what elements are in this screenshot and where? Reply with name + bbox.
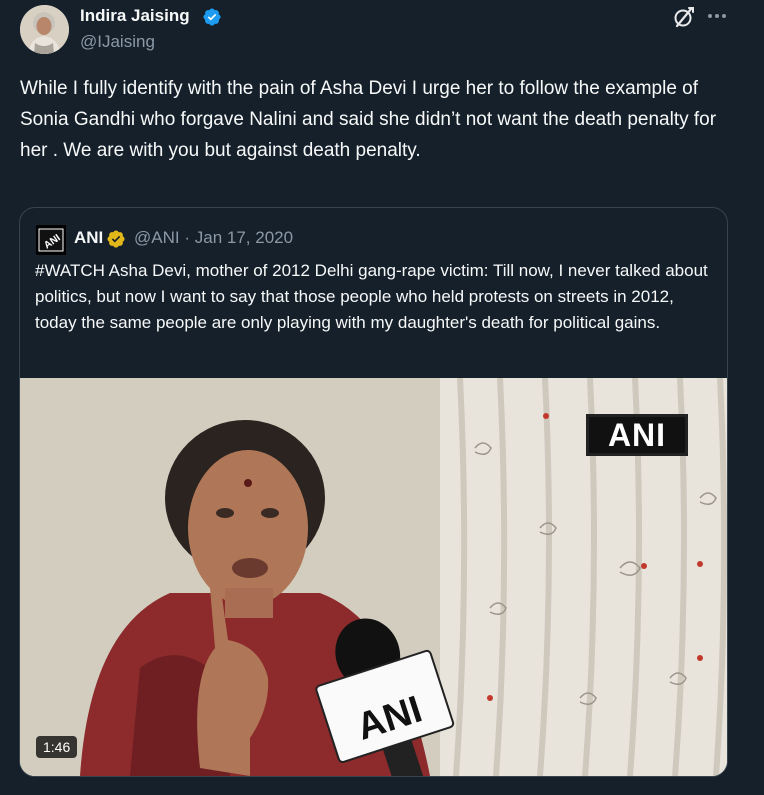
video-player[interactable]: ANI ANI 1:46 (20, 378, 727, 776)
quoted-author-name[interactable]: ANI (74, 228, 103, 248)
avatar-photo (20, 5, 69, 54)
more-icon[interactable] (704, 3, 730, 29)
author-avatar[interactable] (20, 5, 69, 54)
video-duration: 1:46 (36, 736, 78, 758)
ani-watermark: ANI (586, 414, 688, 456)
meta-separator: · (184, 228, 191, 247)
ani-logo-icon: ANI (36, 225, 66, 255)
quoted-tweet[interactable]: ANI ANI @ANI · Jan 17, 2020 #WATCH Asha … (19, 207, 728, 777)
quoted-meta: @ANI · Jan 17, 2020 (134, 228, 293, 248)
grok-icon[interactable] (672, 5, 696, 29)
tweet-text: While I fully identify with the pain of … (20, 78, 717, 161)
quoted-author-avatar[interactable]: ANI (36, 225, 66, 255)
author-handle[interactable]: @IJaising (80, 32, 155, 52)
author-name[interactable]: Indira Jaising (80, 6, 190, 26)
quoted-text: #WATCH Asha Devi, mother of 2012 Delhi g… (35, 261, 708, 332)
verified-badge-icon (203, 8, 221, 26)
tweet: Indira Jaising @IJaising While I fully i… (0, 0, 764, 795)
verified-org-badge-icon (107, 230, 125, 248)
quoted-handle[interactable]: @ANI (134, 228, 180, 247)
quoted-date[interactable]: Jan 17, 2020 (195, 228, 293, 247)
